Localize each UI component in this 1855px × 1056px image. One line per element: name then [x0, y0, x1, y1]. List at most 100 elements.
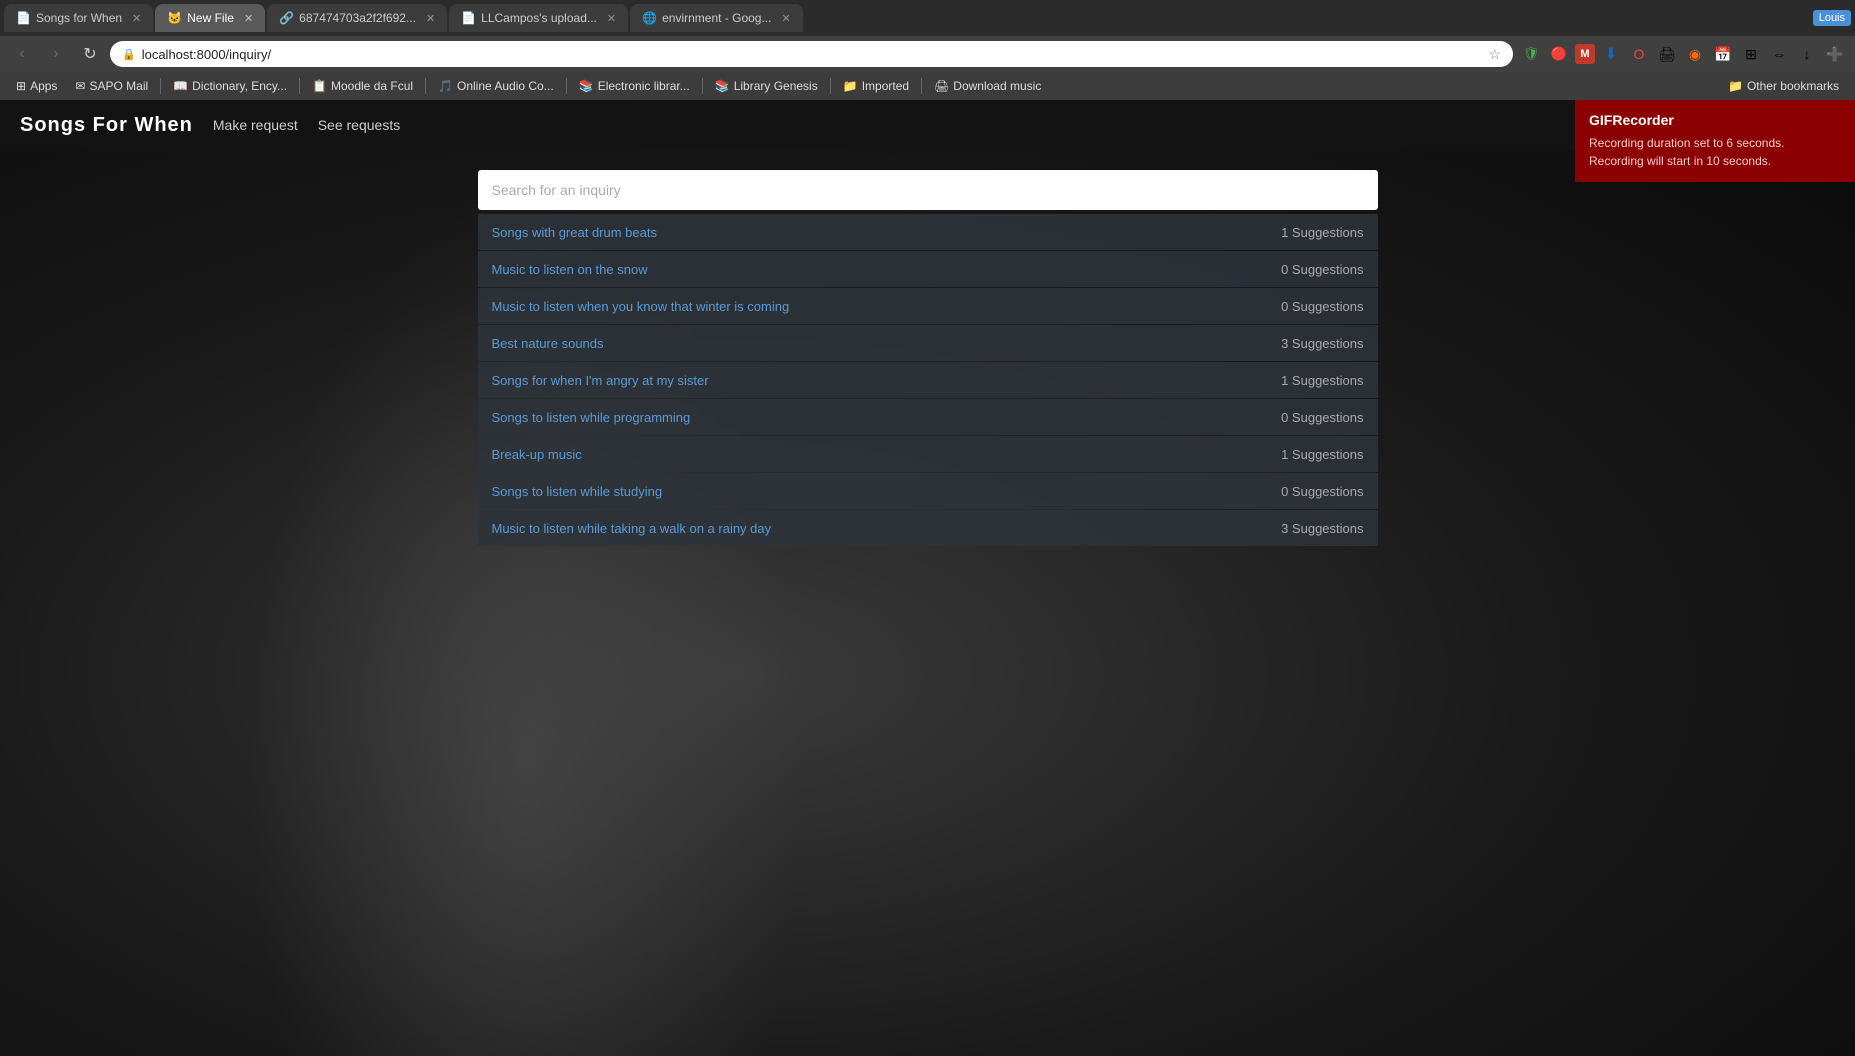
- lib-genesis-icon: 📚: [715, 79, 730, 93]
- sapo-icon: ✉: [75, 79, 85, 93]
- address-bar[interactable]: 🔒 localhost:8000/inquiry/ ☆: [110, 41, 1513, 67]
- bookmark-download-music[interactable]: 🖨 Download music: [926, 77, 1049, 95]
- bookmark-moodle[interactable]: 📋 Moodle da Fcul: [304, 77, 421, 95]
- make-request-link[interactable]: Make request: [213, 117, 298, 133]
- inquiry-suggestions-4: 1 Suggestions: [1281, 373, 1363, 388]
- nav-extension-icons: 🛡 🔴 M ⬇ O 🖨 ◉ 📅 ⊞ ⇔ ↓ ➕: [1519, 42, 1847, 66]
- bookmark-apps[interactable]: ⊞ Apps: [8, 77, 65, 95]
- bookmark-sep-2: [299, 78, 300, 94]
- download-music-icon: 🖨: [934, 79, 949, 93]
- electronic-lib-icon: 📚: [579, 79, 594, 93]
- tab3-close[interactable]: ✕: [426, 12, 435, 25]
- inquiry-row-8[interactable]: Music to listen while taking a walk on a…: [478, 510, 1378, 546]
- inquiry-row-0[interactable]: Songs with great drum beats 1 Suggestion…: [478, 214, 1378, 250]
- bookmark-online-audio[interactable]: 🎵 Online Audio Co...: [430, 77, 562, 95]
- tab-new-file[interactable]: 🐱 New File ✕: [155, 4, 265, 32]
- inquiry-suggestions-3: 3 Suggestions: [1281, 336, 1363, 351]
- inquiry-row-7[interactable]: Songs to listen while studying 0 Suggest…: [478, 473, 1378, 509]
- inquiry-row-1[interactable]: Music to listen on the snow 0 Suggestion…: [478, 251, 1378, 287]
- apps-icon: ⊞: [16, 79, 26, 93]
- inquiry-suggestions-5: 0 Suggestions: [1281, 410, 1363, 425]
- tab2-label: New File: [187, 11, 234, 25]
- inquiry-title-6: Break-up music: [492, 447, 1262, 462]
- grid-extension-icon[interactable]: ⊞: [1739, 42, 1763, 66]
- bookmark-star-icon[interactable]: ☆: [1488, 46, 1501, 63]
- bookmark-imported[interactable]: 📁 Imported: [835, 77, 917, 95]
- inquiry-row-2[interactable]: Music to listen when you know that winte…: [478, 288, 1378, 324]
- inquiry-panel: Songs with great drum beats 1 Suggestion…: [478, 170, 1378, 546]
- bookmark-sep-4: [566, 78, 567, 94]
- lib-genesis-label: Library Genesis: [734, 79, 818, 93]
- plus-extension-icon[interactable]: ➕: [1823, 42, 1847, 66]
- calendar-extension-icon[interactable]: 📅: [1711, 42, 1735, 66]
- tab3-label: 687474703a2f2f692...: [299, 11, 416, 25]
- moodle-icon: 📋: [312, 79, 327, 93]
- blue-extension-icon[interactable]: ⬇: [1599, 42, 1623, 66]
- sapo-label: SAPO Mail: [89, 79, 148, 93]
- download-extension-icon[interactable]: ↓: [1795, 42, 1819, 66]
- moodle-label: Moodle da Fcul: [331, 79, 413, 93]
- bookmark-electronic-library[interactable]: 📚 Electronic librar...: [571, 77, 698, 95]
- tab5-label: envirnment - Goog...: [662, 11, 771, 25]
- tab5-close[interactable]: ✕: [781, 12, 790, 25]
- bookmark-other[interactable]: 📁 Other bookmarks: [1720, 77, 1847, 95]
- search-input[interactable]: [478, 170, 1378, 210]
- bookmarks-bar: ⊞ Apps ✉ SAPO Mail 📖 Dictionary, Ency...…: [0, 72, 1855, 100]
- tab4-label: LLCampos's upload...: [481, 11, 597, 25]
- bookmark-sep-3: [425, 78, 426, 94]
- inquiry-title-8: Music to listen while taking a walk on a…: [492, 521, 1262, 536]
- tab3-favicon: 🔗: [279, 11, 293, 25]
- imported-icon: 📁: [843, 79, 858, 93]
- forward-button[interactable]: ›: [42, 40, 70, 68]
- online-audio-icon: 🎵: [438, 79, 453, 93]
- address-text: localhost:8000/inquiry/: [142, 47, 1483, 62]
- inquiry-suggestions-6: 1 Suggestions: [1281, 447, 1363, 462]
- opera-extension-icon[interactable]: O: [1627, 42, 1651, 66]
- tab4-close[interactable]: ✕: [607, 12, 616, 25]
- bookmark-library-genesis[interactable]: 📚 Library Genesis: [707, 77, 826, 95]
- other-bookmarks-label: Other bookmarks: [1747, 79, 1839, 93]
- tab1-label: Songs for When: [36, 11, 122, 25]
- inquiry-title-7: Songs to listen while studying: [492, 484, 1262, 499]
- app-brand: Songs For When: [20, 114, 193, 137]
- tab-songs-for-when[interactable]: 📄 Songs for When ✕: [4, 4, 153, 32]
- tab-bar: 📄 Songs for When ✕ 🐱 New File ✕ 🔗 687474…: [0, 0, 1855, 36]
- inquiry-suggestions-2: 0 Suggestions: [1281, 299, 1363, 314]
- red-extension-icon[interactable]: 🔴: [1547, 42, 1571, 66]
- tab1-close[interactable]: ✕: [132, 12, 141, 25]
- inquiry-title-3: Best nature sounds: [492, 336, 1262, 351]
- feed-extension-icon[interactable]: ◉: [1683, 42, 1707, 66]
- apps-label: Apps: [30, 79, 57, 93]
- inquiry-row-3[interactable]: Best nature sounds 3 Suggestions: [478, 325, 1378, 361]
- back-button[interactable]: ‹: [8, 40, 36, 68]
- tab-envirnment[interactable]: 🌐 envirnment - Goog... ✕: [630, 4, 803, 32]
- refresh-button[interactable]: ↻: [76, 40, 104, 68]
- inquiry-row-6[interactable]: Break-up music 1 Suggestions: [478, 436, 1378, 472]
- louds-badge[interactable]: Louis: [1813, 10, 1851, 26]
- tab-hash[interactable]: 🔗 687474703a2f2f692... ✕: [267, 4, 447, 32]
- bookmark-sep-7: [921, 78, 922, 94]
- arrows-extension-icon[interactable]: ⇔: [1767, 42, 1791, 66]
- tab-llcampos[interactable]: 📄 LLCampos's upload... ✕: [449, 4, 628, 32]
- inquiry-suggestions-1: 0 Suggestions: [1281, 262, 1363, 277]
- browser-chrome: 📄 Songs for When ✕ 🐱 New File ✕ 🔗 687474…: [0, 0, 1855, 100]
- see-requests-link[interactable]: See requests: [318, 117, 401, 133]
- bookmark-sep-6: [830, 78, 831, 94]
- imported-label: Imported: [862, 79, 909, 93]
- inquiry-list: Songs with great drum beats 1 Suggestion…: [478, 214, 1378, 546]
- bookmark-dictionary[interactable]: 📖 Dictionary, Ency...: [165, 77, 295, 95]
- bookmark-sapo-mail[interactable]: ✉ SAPO Mail: [67, 77, 156, 95]
- tab4-favicon: 📄: [461, 11, 475, 25]
- print-extension-icon[interactable]: 🖨: [1655, 42, 1679, 66]
- electronic-lib-label: Electronic librar...: [598, 79, 690, 93]
- inquiry-row-5[interactable]: Songs to listen while programming 0 Sugg…: [478, 399, 1378, 435]
- shield-extension-icon[interactable]: 🛡: [1519, 42, 1543, 66]
- tab2-close[interactable]: ✕: [244, 12, 253, 25]
- search-wrapper: [478, 170, 1378, 210]
- inquiry-title-0: Songs with great drum beats: [492, 225, 1262, 240]
- main-content: Songs with great drum beats 1 Suggestion…: [0, 150, 1855, 546]
- tab2-favicon: 🐱: [167, 11, 181, 25]
- orange-extension-icon[interactable]: M: [1575, 44, 1595, 64]
- inquiry-row-4[interactable]: Songs for when I'm angry at my sister 1 …: [478, 362, 1378, 398]
- gif-recorder-title: GIFRecorder: [1589, 112, 1841, 128]
